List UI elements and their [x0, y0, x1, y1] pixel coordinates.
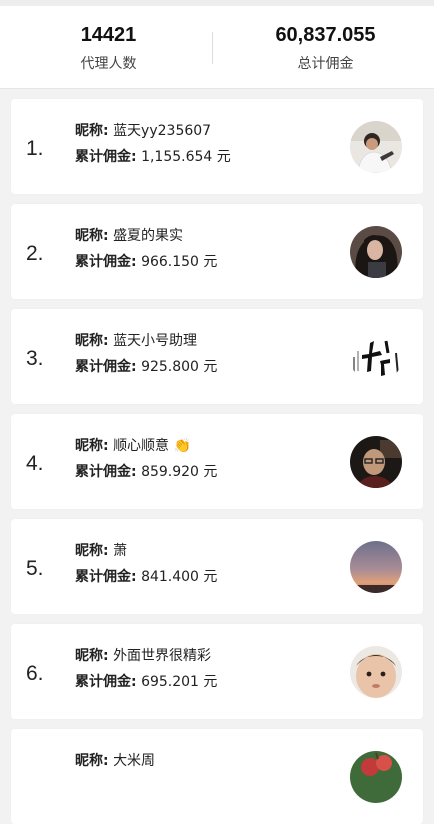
commission-line: 累计佣金: 925.800 元 — [75, 356, 217, 376]
avatar-calligraphy-icon — [350, 331, 402, 383]
nickname-label: 昵称: — [75, 123, 109, 139]
total-commission-stat: 60,837.055 总计佣金 — [217, 6, 434, 88]
currency-unit: 元 — [216, 149, 231, 165]
ranking-card[interactable]: 6. 昵称: 外面世界很精彩 累计佣金: 695.201 元 — [11, 624, 423, 719]
currency-unit: 元 — [203, 464, 218, 480]
rank-number: 2. — [26, 242, 44, 265]
commission-line: 累计佣金: 841.400 元 — [75, 566, 217, 586]
ranking-card[interactable]: 昵称: 大米周 — [11, 729, 423, 824]
summary-panel: 14421 代理人数 60,837.055 总计佣金 — [0, 6, 434, 89]
nickname-value: 蓝天yy235607 — [113, 123, 212, 139]
commission-label: 累计佣金: — [75, 254, 137, 270]
agent-count-value: 14421 — [80, 24, 137, 46]
avatar-fruit-icon — [350, 751, 402, 803]
nickname-value: 外面世界很精彩 — [113, 648, 212, 664]
ranking-card[interactable]: 5. 昵称: 萧 累计佣金: 841.400 元 — [11, 519, 423, 614]
commission-line: 累计佣金: 1,155.654 元 — [75, 146, 231, 166]
currency-unit: 元 — [203, 674, 218, 690]
currency-unit: 元 — [203, 569, 218, 585]
commission-value: 695.201 — [141, 674, 199, 690]
avatar[interactable] — [350, 751, 402, 803]
nickname-label: 昵称: — [75, 228, 109, 244]
currency-unit: 元 — [203, 254, 218, 270]
agent-count-label: 代理人数 — [80, 56, 137, 72]
avatar-man-glasses-icon — [350, 436, 402, 488]
avatar[interactable] — [350, 646, 402, 698]
avatar[interactable] — [350, 436, 402, 488]
ranking-card[interactable]: 2. 昵称: 盛夏的果实 累计佣金: 966.150 元 — [11, 204, 423, 299]
rank-number: 4. — [26, 452, 44, 475]
rank-number: 3. — [26, 347, 44, 370]
commission-line: 累计佣金: 859.920 元 — [75, 461, 217, 481]
nickname-label: 昵称: — [75, 753, 109, 769]
commission-label: 累计佣金: — [75, 359, 137, 375]
ranking-card[interactable]: 4. 昵称: 顺心顺意 👏 累计佣金: 859.920 元 — [11, 414, 423, 509]
nickname-value: 蓝天小号助理 — [113, 333, 198, 349]
nickname-line: 昵称: 蓝天小号助理 — [75, 330, 197, 350]
rank-number: 6. — [26, 662, 44, 685]
ranking-card[interactable]: 1. 昵称: 蓝天yy235607 累计佣金: 1,155.654 元 — [11, 99, 423, 194]
total-commission-label: 总计佣金 — [297, 56, 354, 72]
nickname-label: 昵称: — [75, 648, 109, 664]
nickname-label: 昵称: — [75, 543, 109, 559]
nickname-value: 萧 — [113, 543, 128, 559]
nickname-value: 大米周 — [113, 753, 156, 769]
rank-number: 1. — [26, 137, 44, 160]
ranking-card[interactable]: 3. 昵称: 蓝天小号助理 累计佣金: 925.800 元 — [11, 309, 423, 404]
currency-unit: 元 — [203, 359, 218, 375]
summary-divider — [212, 32, 213, 64]
avatar[interactable] — [350, 541, 402, 593]
nickname-value: 盛夏的果实 — [113, 228, 184, 244]
avatar[interactable] — [350, 121, 402, 173]
commission-value: 1,155.654 — [141, 149, 213, 165]
avatar-child-face-icon — [350, 646, 402, 698]
commission-label: 累计佣金: — [75, 569, 137, 585]
nickname-line: 昵称: 萧 — [75, 540, 127, 560]
commission-label: 累计佣金: — [75, 674, 137, 690]
avatar[interactable] — [350, 226, 402, 278]
nickname-label: 昵称: — [75, 438, 109, 454]
commission-value: 966.150 — [141, 254, 199, 270]
nickname-line: 昵称: 外面世界很精彩 — [75, 645, 211, 665]
commission-line: 累计佣金: 695.201 元 — [75, 671, 217, 691]
total-commission-value: 60,837.055 — [275, 24, 376, 46]
commission-label: 累计佣金: — [75, 149, 137, 165]
nickname-line: 昵称: 顺心顺意 👏 — [75, 435, 191, 455]
avatar-sunset-sky-icon — [350, 541, 402, 593]
nickname-line: 昵称: 大米周 — [75, 750, 155, 770]
commission-value: 925.800 — [141, 359, 199, 375]
avatar-woman-dark-hair-icon — [350, 226, 402, 278]
nickname-line: 昵称: 盛夏的果实 — [75, 225, 183, 245]
avatar[interactable] — [350, 331, 402, 383]
commission-value: 859.920 — [141, 464, 199, 480]
nickname-line: 昵称: 蓝天yy235607 — [75, 120, 211, 140]
nickname-label: 昵称: — [75, 333, 109, 349]
avatar-man-white-shirt-icon — [350, 121, 402, 173]
nickname-value: 顺心顺意 👏 — [113, 438, 191, 454]
commission-value: 841.400 — [141, 569, 199, 585]
commission-label: 累计佣金: — [75, 464, 137, 480]
agent-count-stat: 14421 代理人数 — [0, 6, 217, 88]
rank-number: 5. — [26, 557, 44, 580]
commission-line: 累计佣金: 966.150 元 — [75, 251, 217, 271]
